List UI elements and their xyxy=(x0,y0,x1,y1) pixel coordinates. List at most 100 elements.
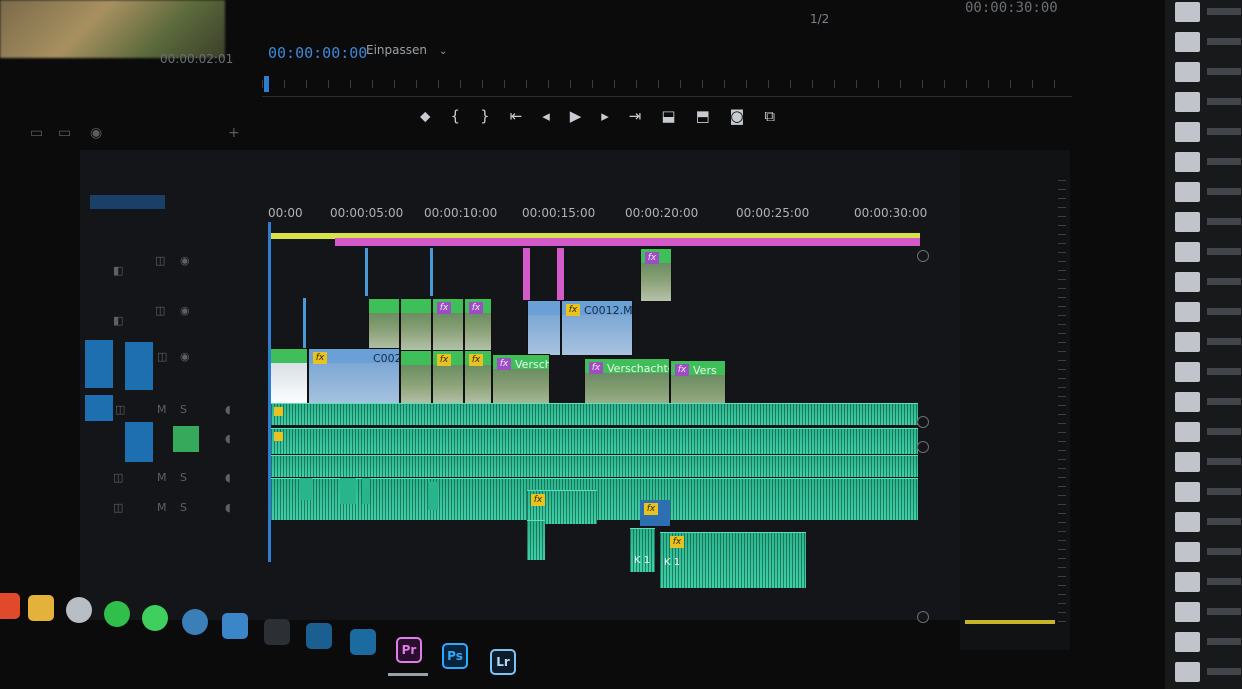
video-clip[interactable] xyxy=(527,300,561,356)
mic-icon[interactable]: ◖ xyxy=(225,432,231,445)
mic-icon[interactable]: ◖ xyxy=(225,471,231,484)
file-row[interactable] xyxy=(1175,362,1241,382)
go-to-in-icon[interactable]: ⇤ xyxy=(510,107,523,125)
toggle-output-icon[interactable]: ◧ xyxy=(113,314,123,327)
file-row[interactable] xyxy=(1175,242,1241,262)
file-row[interactable] xyxy=(1175,512,1241,532)
audio-clip-a2[interactable] xyxy=(268,428,918,454)
sync-lock-icon[interactable]: ◫ xyxy=(115,403,125,416)
play-icon[interactable]: ▶ xyxy=(570,107,582,125)
video-clip[interactable]: fx xyxy=(464,350,492,406)
audio-clip-fx[interactable]: fx xyxy=(640,500,670,526)
overwrite-icon[interactable]: ▭ xyxy=(58,125,71,141)
extract-icon[interactable]: ⬒ xyxy=(696,107,710,125)
file-row[interactable] xyxy=(1175,182,1241,202)
scroll-handle[interactable] xyxy=(917,250,929,262)
lock-icon[interactable]: ◫ xyxy=(155,254,165,267)
solo-icon[interactable]: S xyxy=(180,471,187,484)
lock-icon[interactable]: ◫ xyxy=(157,350,167,363)
file-row[interactable] xyxy=(1175,122,1241,142)
audio-clip[interactable] xyxy=(300,478,312,500)
sync-lock-icon[interactable]: ◫ xyxy=(113,471,123,484)
video-clip[interactable] xyxy=(268,348,308,406)
file-row[interactable] xyxy=(1175,572,1241,592)
export-frame-icon[interactable]: ◙ xyxy=(730,107,745,125)
mic-icon[interactable]: ◖ xyxy=(225,501,231,514)
sync-lock-icon[interactable]: ◫ xyxy=(113,501,123,514)
sequence-timecode-field[interactable] xyxy=(90,195,165,209)
video-clip[interactable] xyxy=(368,298,400,352)
toggle-output-icon[interactable]: ◧ xyxy=(113,264,123,277)
file-row[interactable] xyxy=(1175,92,1241,112)
audio-clip-fx[interactable]: fx xyxy=(527,490,597,524)
source-patch-a1[interactable] xyxy=(85,395,113,421)
video-clip[interactable] xyxy=(400,350,432,406)
edit-point[interactable] xyxy=(303,298,306,353)
scroll-handle[interactable] xyxy=(917,611,929,623)
edit-point[interactable] xyxy=(365,248,368,296)
edit-point[interactable] xyxy=(430,248,433,296)
eye-icon[interactable]: ◉ xyxy=(180,304,190,317)
video-clip[interactable]: fx xyxy=(464,298,492,352)
target-v1[interactable] xyxy=(125,342,153,390)
audio-clip[interactable] xyxy=(362,478,370,504)
video-clip[interactable]: fx xyxy=(432,350,464,406)
video-clip[interactable] xyxy=(400,298,432,352)
file-row[interactable] xyxy=(1175,302,1241,322)
file-row[interactable] xyxy=(1175,422,1241,442)
marker-icon[interactable]: ⬥ xyxy=(420,107,431,125)
app-icon[interactable] xyxy=(306,623,332,649)
solo-icon[interactable]: S xyxy=(180,501,187,514)
solo-icon[interactable]: S xyxy=(180,403,187,416)
insert-icon[interactable]: ▭ xyxy=(30,125,43,141)
audio-clip[interactable] xyxy=(340,478,356,504)
file-row[interactable] xyxy=(1175,482,1241,502)
lock-icon[interactable]: ◫ xyxy=(155,304,165,317)
compare-icon[interactable]: ⧉ xyxy=(764,107,775,125)
go-to-out-icon[interactable]: ⇥ xyxy=(629,107,642,125)
audio-clip-k1[interactable]: K 1 xyxy=(630,528,655,572)
file-row[interactable] xyxy=(1175,332,1241,352)
time-ruler[interactable]: 00:00 00:00:05:00 00:00:10:00 00:00:15:0… xyxy=(268,200,927,230)
premiere-pro-icon[interactable]: Pr xyxy=(396,637,422,663)
lift-icon[interactable]: ⬓ xyxy=(661,107,675,125)
app-icon[interactable] xyxy=(66,597,92,623)
file-row[interactable] xyxy=(1175,542,1241,562)
scrubber-playhead[interactable] xyxy=(264,76,269,92)
file-row[interactable] xyxy=(1175,62,1241,82)
target-a2[interactable] xyxy=(125,422,153,462)
audio-clip-k1[interactable]: fx K 1 xyxy=(660,532,806,588)
adjustment-layer-clip[interactable] xyxy=(557,248,564,300)
file-row[interactable] xyxy=(1175,212,1241,232)
camera-icon[interactable]: ◉ xyxy=(90,125,102,141)
audio-clip-a1[interactable] xyxy=(268,403,918,425)
audio-clip[interactable] xyxy=(527,520,545,560)
scroll-handle[interactable] xyxy=(917,416,929,428)
app-icon[interactable] xyxy=(222,613,248,639)
mute-icon[interactable]: M xyxy=(157,471,167,484)
program-timecode[interactable]: 00:00:00:00 xyxy=(268,44,367,62)
zoom-fit-dropdown[interactable]: Einpassen ⌄ xyxy=(366,43,447,57)
video-clip[interactable]: fx xyxy=(640,248,672,302)
photoshop-icon[interactable]: Ps xyxy=(442,643,468,669)
eye-icon[interactable]: ◉ xyxy=(180,350,190,363)
app-icon[interactable] xyxy=(0,593,20,619)
file-row[interactable] xyxy=(1175,602,1241,622)
spotify-icon[interactable] xyxy=(104,601,130,627)
mute-icon[interactable]: M xyxy=(157,403,167,416)
whatsapp-icon[interactable] xyxy=(142,605,168,631)
add-icon[interactable]: + xyxy=(228,125,240,141)
scroll-handle[interactable] xyxy=(917,441,929,453)
mark-in-icon[interactable]: { xyxy=(451,107,461,125)
file-row[interactable] xyxy=(1175,2,1241,22)
audio-clip-a3[interactable] xyxy=(268,455,918,477)
source-patch-v1[interactable] xyxy=(85,340,113,388)
file-row[interactable] xyxy=(1175,662,1241,682)
audio-clip[interactable] xyxy=(428,482,438,510)
app-icon[interactable] xyxy=(350,629,376,655)
file-row[interactable] xyxy=(1175,392,1241,412)
adjustment-layer-clip[interactable] xyxy=(523,248,530,300)
file-row[interactable] xyxy=(1175,632,1241,652)
eye-icon[interactable]: ◉ xyxy=(180,254,190,267)
file-row[interactable] xyxy=(1175,452,1241,472)
